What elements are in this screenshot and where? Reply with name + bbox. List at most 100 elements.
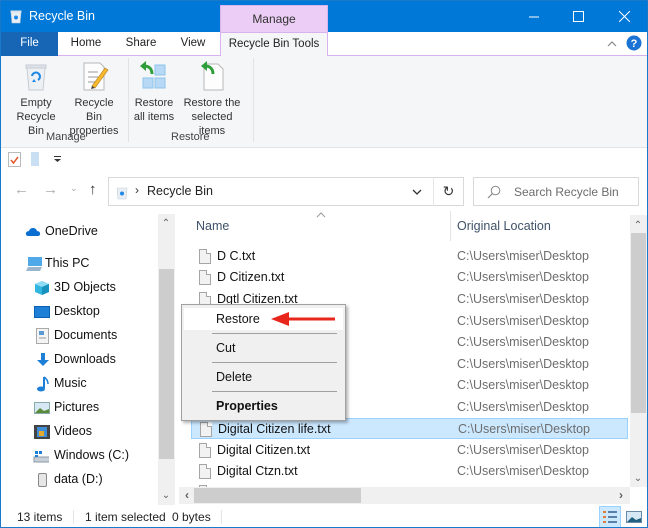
tab-share[interactable]: Share: [117, 32, 165, 56]
nav-label: data (D:): [54, 472, 103, 486]
customize-toolbar-icon[interactable]: [54, 156, 62, 163]
maximize-button[interactable]: [555, 1, 601, 32]
music-icon: [37, 376, 49, 392]
recent-locations-chevron-icon[interactable]: ⌄: [70, 183, 78, 194]
forward-arrow-icon[interactable]: →: [43, 181, 58, 198]
file-row[interactable]: Digital Ctzn.txt C:\Users\miser\Desktop: [191, 461, 628, 482]
details-view-icon: [603, 511, 617, 523]
desktop-icon: [34, 306, 50, 318]
nav-item-onedrive[interactable]: OneDrive: [1, 220, 156, 244]
nav-label: Pictures: [54, 400, 100, 414]
large-icons-view-button[interactable]: [623, 506, 645, 527]
file-row[interactable]: Digital Citizen life.txt C:\Users\miser\D…: [191, 418, 628, 439]
up-arrow-icon[interactable]: ↑: [89, 181, 97, 198]
recycle-bin-icon: [10, 10, 22, 24]
nav-item-pictures[interactable]: Pictures: [1, 396, 156, 420]
minimize-button[interactable]: [511, 1, 557, 32]
status-item-count: 13 items: [17, 510, 63, 524]
group-label-restore: Restore: [171, 131, 210, 143]
scroll-down-icon[interactable]: ⌄: [630, 473, 646, 484]
context-menu-cut[interactable]: Cut: [184, 337, 343, 359]
recycle-bin-properties-button[interactable]: Recycle Bin properties: [65, 60, 123, 138]
nav-item-windows-c[interactable]: Windows (C:): [1, 444, 156, 468]
scroll-left-icon[interactable]: ‹: [179, 488, 195, 502]
empty-recycle-bin-button[interactable]: Empty Recycle Bin: [7, 60, 65, 138]
scroll-thumb[interactable]: [159, 269, 174, 459]
file-row[interactable]: D Citizen.txt C:\Users\miser\Desktop: [191, 267, 628, 288]
scroll-up-icon[interactable]: ⌃: [158, 218, 174, 229]
menu-separator: [212, 391, 337, 392]
text-file-icon: [199, 270, 211, 285]
help-icon[interactable]: ?: [626, 35, 642, 51]
close-button[interactable]: [601, 1, 647, 32]
file-list-horizontal-scrollbar[interactable]: ‹ ›: [179, 487, 630, 504]
details-view-button[interactable]: [599, 506, 621, 527]
nav-item-videos[interactable]: Videos: [1, 420, 156, 444]
nav-label: Videos: [54, 424, 92, 438]
nav-pane-scrollbar[interactable]: ⌃ ⌄: [158, 214, 175, 505]
button-label-line1: Restore the: [183, 97, 241, 109]
file-name: Digital Citizen.txt: [217, 443, 311, 457]
breadcrumb-recycle-bin[interactable]: Recycle Bin: [147, 184, 213, 198]
nav-item-data-d[interactable]: data (D:): [1, 468, 156, 492]
search-box[interactable]: Search Recycle Bin: [473, 177, 639, 206]
file-name: D C.txt: [217, 249, 256, 263]
close-icon: [618, 11, 630, 22]
file-row[interactable]: Digital Citizen.txt C:\Users\miser\Deskto…: [191, 440, 628, 461]
pictures-icon: [34, 402, 50, 414]
status-divider: [221, 510, 222, 524]
tab-view[interactable]: View: [171, 32, 215, 56]
text-file-icon: [199, 464, 211, 479]
nav-label: 3D Objects: [54, 280, 116, 294]
context-menu-delete[interactable]: Delete: [184, 366, 343, 388]
nav-item-downloads[interactable]: Downloads: [1, 348, 156, 372]
drive-d-icon: [38, 473, 47, 487]
tab-home[interactable]: Home: [63, 32, 109, 56]
group-divider: [128, 58, 129, 142]
scroll-up-icon[interactable]: ⌃: [630, 220, 646, 231]
scroll-right-icon[interactable]: ›: [613, 488, 629, 502]
breadcrumb-chevron-icon[interactable]: ›: [135, 183, 139, 197]
new-folder-icon[interactable]: [31, 152, 41, 167]
file-original-location: C:\Users\miser\Desktop: [457, 335, 589, 349]
column-header-original-location[interactable]: Original Location: [457, 211, 551, 241]
file-original-location: C:\Users\miser\Desktop: [457, 270, 589, 284]
nav-item-documents[interactable]: Documents: [1, 324, 156, 348]
scroll-thumb[interactable]: [194, 488, 361, 503]
restore-all-items-button[interactable]: Restore all items: [131, 60, 177, 124]
file-row[interactable]: D C.txt C:\Users\miser\Desktop: [191, 246, 628, 267]
group-label-manage: Manage: [46, 131, 86, 143]
column-divider[interactable]: [450, 211, 451, 241]
context-menu-properties[interactable]: Properties: [184, 395, 343, 417]
file-name: Digital Ctzn.txt: [217, 464, 298, 478]
scroll-down-icon[interactable]: ⌄: [158, 490, 174, 501]
3d-objects-icon: [35, 281, 49, 295]
properties-check-icon[interactable]: [8, 152, 21, 167]
nav-item-3d-objects[interactable]: 3D Objects: [1, 276, 156, 300]
ribbon-tabs: File Home Share View Recycle Bin Tools ?: [1, 32, 647, 57]
recycle-bin-icon: [25, 64, 47, 91]
text-file-icon: [199, 249, 211, 264]
status-divider: [73, 510, 74, 524]
nav-item-music[interactable]: Music: [1, 372, 156, 396]
status-bar: 13 items 1 item selected 0 bytes: [1, 505, 647, 527]
address-bar[interactable]: › Recycle Bin: [108, 177, 464, 206]
back-arrow-icon[interactable]: ←: [14, 181, 29, 198]
videos-icon: [34, 425, 50, 439]
refresh-button[interactable]: ↻: [433, 177, 464, 206]
column-header-name[interactable]: Name: [196, 211, 229, 241]
restore-selected-items-button[interactable]: Restore the selected items: [177, 60, 247, 138]
file-name: D Citizen.txt: [217, 270, 285, 284]
file-original-location: C:\Users\miser\Desktop: [457, 357, 589, 371]
file-list-vertical-scrollbar[interactable]: ⌃ ⌄: [630, 215, 647, 487]
address-dropdown-icon[interactable]: [412, 189, 422, 196]
tab-recycle-bin-tools[interactable]: Recycle Bin Tools: [220, 32, 328, 57]
tab-file[interactable]: File: [1, 32, 58, 56]
nav-item-this-pc[interactable]: This PC: [1, 252, 156, 276]
scroll-thumb[interactable]: [631, 233, 646, 413]
nav-label: Desktop: [54, 304, 100, 318]
nav-label: Windows (C:): [54, 448, 130, 462]
nav-item-desktop[interactable]: Desktop: [1, 300, 156, 324]
collapse-ribbon-icon[interactable]: [607, 40, 617, 47]
status-size: 0 bytes: [172, 510, 211, 524]
